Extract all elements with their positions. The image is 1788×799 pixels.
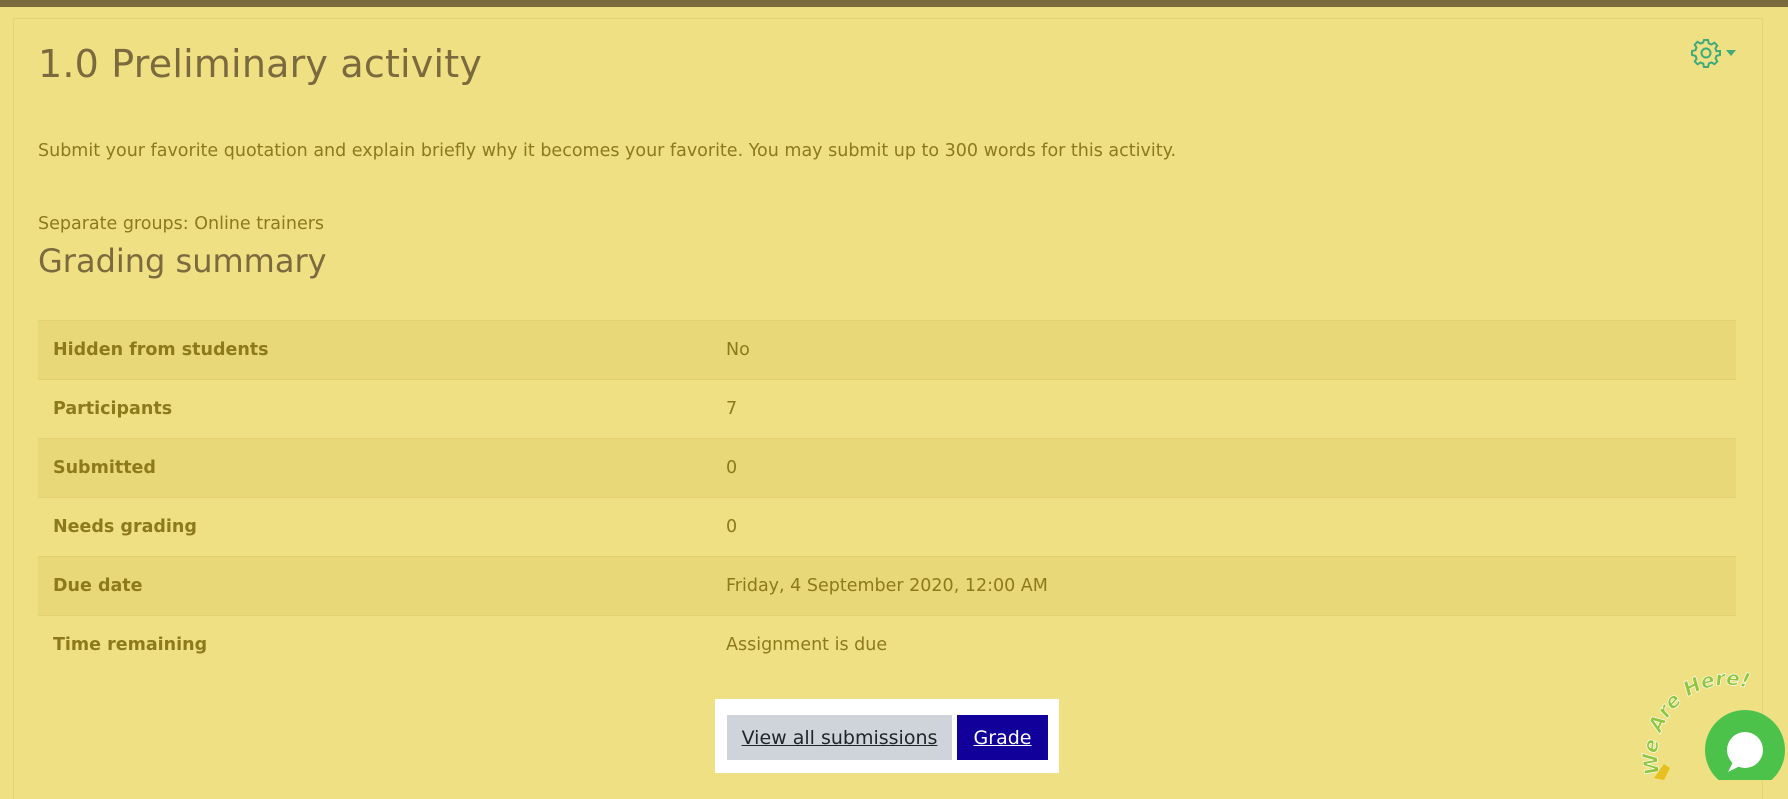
gear-icon [1690, 37, 1722, 69]
row-label: Time remaining [38, 615, 711, 675]
row-label: Submitted [38, 438, 711, 498]
table-row: Submitted 0 [38, 438, 1736, 498]
row-label: Hidden from students [38, 320, 711, 380]
action-buttons: View all submissions Grade [715, 699, 1059, 773]
settings-menu-button[interactable] [1690, 36, 1746, 70]
row-value: 0 [711, 438, 1736, 498]
chevron-down-icon [1726, 50, 1736, 56]
chat-widget[interactable]: We Are Here! [1640, 670, 1788, 780]
chat-bubble-icon [1705, 710, 1785, 780]
grading-summary-heading: Grading summary [38, 242, 327, 280]
activity-description: Submit your favorite quotation and expla… [38, 141, 1177, 161]
table-row: Participants 7 [38, 379, 1736, 439]
row-value: No [711, 320, 1736, 380]
row-value: Friday, 4 September 2020, 12:00 AM [711, 556, 1736, 616]
table-row: Hidden from students No [38, 320, 1736, 380]
groups-label: Separate groups: Online trainers [38, 214, 325, 234]
grading-summary-table: Hidden from students No Participants 7 S… [38, 320, 1736, 675]
top-bar [0, 0, 1788, 7]
table-row: Time remaining Assignment is due [38, 615, 1736, 675]
row-value: Assignment is due [711, 615, 1736, 675]
grade-button[interactable]: Grade [957, 715, 1048, 760]
row-value: 0 [711, 497, 1736, 557]
table-row: Due date Friday, 4 September 2020, 12:00… [38, 556, 1736, 616]
row-label: Participants [38, 379, 711, 439]
row-label: Due date [38, 556, 711, 616]
page-title: 1.0 Preliminary activity [38, 42, 483, 86]
row-label: Needs grading [38, 497, 711, 557]
row-value: 7 [711, 379, 1736, 439]
table-row: Needs grading 0 [38, 497, 1736, 557]
view-all-submissions-button[interactable]: View all submissions [727, 715, 952, 760]
